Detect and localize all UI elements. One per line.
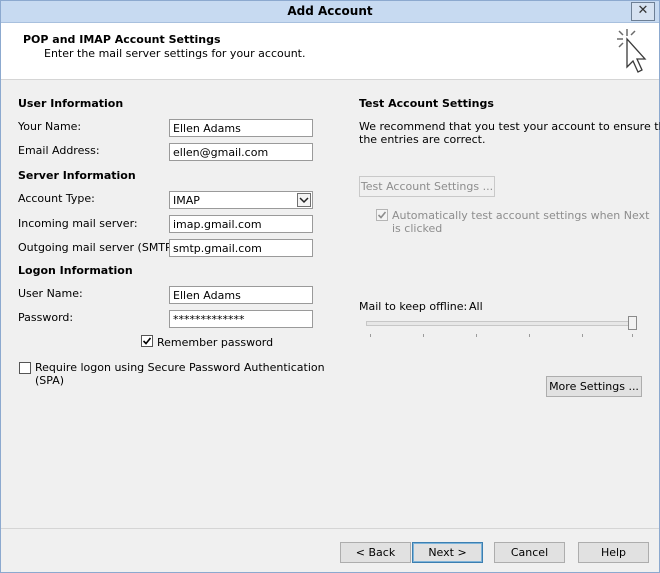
cancel-button[interactable]: Cancel — [494, 542, 565, 563]
add-account-dialog: Add Account ✕ POP and IMAP Account Setti… — [0, 0, 660, 573]
checkmark-icon — [377, 211, 387, 219]
chevron-down-icon[interactable] — [297, 193, 311, 207]
account-type-value: IMAP — [173, 194, 200, 207]
spa-label-line2: (SPA) — [35, 374, 65, 387]
account-type-label: Account Type: — [18, 192, 95, 205]
server-info-heading: Server Information — [18, 169, 136, 182]
test-description-line1: We recommend that you test your account … — [359, 120, 660, 133]
slider-tick — [529, 334, 530, 337]
footer-divider — [1, 528, 659, 529]
spa-label-line1: Require logon using Secure Password Auth… — [35, 361, 325, 374]
offline-label: Mail to keep offline: — [359, 300, 468, 313]
password-label: Password: — [18, 311, 74, 324]
next-button[interactable]: Next > — [412, 542, 483, 563]
auto-test-label-line2: is clicked — [392, 222, 443, 235]
close-icon: ✕ — [637, 3, 649, 18]
slider-tick — [476, 334, 477, 337]
email-address-field[interactable]: ellen@gmail.com — [169, 143, 313, 161]
slider-tick — [632, 334, 633, 337]
your-name-label: Your Name: — [18, 120, 82, 133]
outgoing-server-label: Outgoing mail server (SMTP): — [18, 241, 180, 254]
close-button[interactable]: ✕ — [631, 2, 655, 21]
user-name-field[interactable]: Ellen Adams — [169, 286, 313, 304]
dialog-header: POP and IMAP Account Settings Enter the … — [1, 23, 659, 80]
title-bar: Add Account ✕ — [1, 1, 659, 23]
offline-value: All — [469, 300, 483, 313]
offline-slider-track[interactable] — [366, 321, 636, 326]
more-settings-button[interactable]: More Settings ... — [546, 376, 642, 397]
user-info-heading: User Information — [18, 97, 124, 110]
your-name-field[interactable]: Ellen Adams — [169, 119, 313, 137]
checkmark-icon — [142, 337, 152, 345]
incoming-server-field[interactable]: imap.gmail.com — [169, 215, 313, 233]
help-button[interactable]: Help — [578, 542, 649, 563]
slider-tick — [582, 334, 583, 337]
back-button[interactable]: < Back — [340, 542, 411, 563]
header-subtitle: Enter the mail server settings for your … — [44, 47, 306, 60]
email-address-label: Email Address: — [18, 144, 100, 157]
user-name-label: User Name: — [18, 287, 83, 300]
auto-test-checkbox[interactable] — [376, 209, 388, 221]
remember-password-label: Remember password — [157, 336, 274, 349]
test-settings-heading: Test Account Settings — [359, 97, 494, 110]
slider-tick — [423, 334, 424, 337]
cursor-click-icon — [617, 29, 647, 73]
header-title: POP and IMAP Account Settings — [23, 33, 221, 46]
remember-password-checkbox[interactable] — [141, 335, 153, 347]
auto-test-label-line1: Automatically test account settings when… — [392, 209, 650, 222]
account-type-select[interactable]: IMAP — [169, 191, 313, 209]
slider-tick — [370, 334, 371, 337]
password-field[interactable]: ************* — [169, 310, 313, 328]
incoming-server-label: Incoming mail server: — [18, 217, 138, 230]
outgoing-server-field[interactable]: smtp.gmail.com — [169, 239, 313, 257]
window-title: Add Account — [287, 4, 373, 18]
logon-info-heading: Logon Information — [18, 264, 133, 277]
spa-checkbox[interactable] — [19, 362, 31, 374]
test-description-line2: the entries are correct. — [359, 133, 486, 146]
offline-slider-thumb[interactable] — [628, 316, 637, 330]
test-account-settings-button[interactable]: Test Account Settings ... — [359, 176, 495, 197]
